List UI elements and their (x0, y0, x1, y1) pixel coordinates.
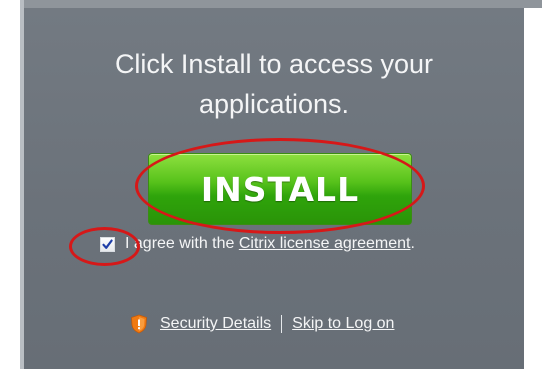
install-button[interactable]: INSTALL (148, 153, 412, 225)
install-prompt-line-1: Click Install to access your (114, 49, 434, 79)
agree-checkbox[interactable] (100, 236, 115, 252)
install-prompt: Click Install to access your application… (24, 44, 524, 124)
citrix-receiver-window: Click Install to access your application… (0, 0, 542, 369)
install-prompt-line-2: applications. (198, 89, 350, 119)
agree-text-end: . (410, 235, 415, 252)
security-details-link[interactable]: Security Details (160, 315, 271, 333)
footer-divider (281, 315, 283, 333)
panel-top-border (20, 0, 542, 8)
checkmark-icon (102, 239, 113, 249)
license-agreement-link[interactable]: Citrix license agreement (239, 235, 411, 253)
install-button-label: INSTALL (200, 169, 360, 209)
agree-text: I agree with the (125, 235, 239, 252)
footer-links: Security Details Skip to Log on (130, 313, 394, 335)
skip-to-log-on-link[interactable]: Skip to Log on (292, 315, 394, 333)
license-agreement-row: I agree with the Citrix license agreemen… (100, 233, 415, 255)
shield-icon (130, 314, 148, 334)
